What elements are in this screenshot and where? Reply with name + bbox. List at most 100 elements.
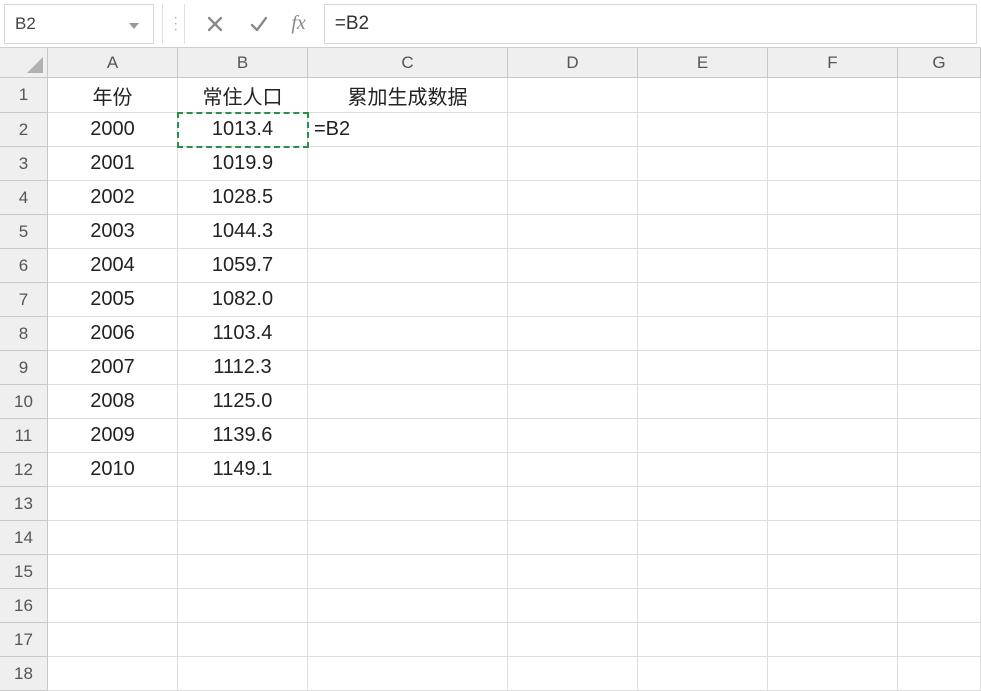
row-header-14[interactable]: 14 xyxy=(0,521,48,555)
cell-C16[interactable] xyxy=(308,589,508,623)
cell-B7[interactable]: 1082.0 xyxy=(178,283,308,317)
cell-E17[interactable] xyxy=(638,623,768,657)
cell-D17[interactable] xyxy=(508,623,638,657)
cell-D16[interactable] xyxy=(508,589,638,623)
cell-E16[interactable] xyxy=(638,589,768,623)
cell-F4[interactable] xyxy=(768,181,898,215)
row-header-18[interactable]: 18 xyxy=(0,657,48,691)
cell-F5[interactable] xyxy=(768,215,898,249)
cell-C17[interactable] xyxy=(308,623,508,657)
cell-G1[interactable] xyxy=(898,78,981,113)
row-header-9[interactable]: 9 xyxy=(0,351,48,385)
cell-B18[interactable] xyxy=(178,657,308,691)
cell-G3[interactable] xyxy=(898,147,981,181)
cell-A4[interactable]: 2002 xyxy=(48,181,178,215)
cell-A10[interactable]: 2008 xyxy=(48,385,178,419)
row-header-6[interactable]: 6 xyxy=(0,249,48,283)
column-header-B[interactable]: B xyxy=(178,48,308,78)
row-header-11[interactable]: 11 xyxy=(0,419,48,453)
cell-B12[interactable]: 1149.1 xyxy=(178,453,308,487)
cell-E3[interactable] xyxy=(638,147,768,181)
cell-E4[interactable] xyxy=(638,181,768,215)
column-header-D[interactable]: D xyxy=(508,48,638,78)
cell-C12[interactable] xyxy=(308,453,508,487)
cell-A15[interactable] xyxy=(48,555,178,589)
cell-E18[interactable] xyxy=(638,657,768,691)
cell-D5[interactable] xyxy=(508,215,638,249)
cell-G9[interactable] xyxy=(898,351,981,385)
cell-E11[interactable] xyxy=(638,419,768,453)
cell-F17[interactable] xyxy=(768,623,898,657)
cell-E9[interactable] xyxy=(638,351,768,385)
cell-A17[interactable] xyxy=(48,623,178,657)
cell-F3[interactable] xyxy=(768,147,898,181)
cell-C3[interactable] xyxy=(308,147,508,181)
confirm-formula-button[interactable] xyxy=(237,14,281,34)
row-header-12[interactable]: 12 xyxy=(0,453,48,487)
cell-A16[interactable] xyxy=(48,589,178,623)
cell-E15[interactable] xyxy=(638,555,768,589)
cell-G7[interactable] xyxy=(898,283,981,317)
cell-G11[interactable] xyxy=(898,419,981,453)
cell-F14[interactable] xyxy=(768,521,898,555)
cell-G10[interactable] xyxy=(898,385,981,419)
cell-E1[interactable] xyxy=(638,78,768,113)
select-all-corner[interactable] xyxy=(0,48,48,78)
cell-B16[interactable] xyxy=(178,589,308,623)
cell-B13[interactable] xyxy=(178,487,308,521)
cell-E6[interactable] xyxy=(638,249,768,283)
cell-D15[interactable] xyxy=(508,555,638,589)
cell-B17[interactable] xyxy=(178,623,308,657)
cell-D13[interactable] xyxy=(508,487,638,521)
row-header-8[interactable]: 8 xyxy=(0,317,48,351)
row-header-2[interactable]: 2 xyxy=(0,113,48,147)
fx-label[interactable]: fx xyxy=(281,12,315,35)
cell-C10[interactable] xyxy=(308,385,508,419)
cell-A11[interactable]: 2009 xyxy=(48,419,178,453)
row-header-7[interactable]: 7 xyxy=(0,283,48,317)
cell-A8[interactable]: 2006 xyxy=(48,317,178,351)
cell-B15[interactable] xyxy=(178,555,308,589)
cell-C8[interactable] xyxy=(308,317,508,351)
column-header-F[interactable]: F xyxy=(768,48,898,78)
cells-area[interactable]: 年份常住人口累加生成数据20001013.4=B220011019.920021… xyxy=(48,78,981,691)
cell-C6[interactable] xyxy=(308,249,508,283)
column-header-G[interactable]: G xyxy=(898,48,981,78)
column-header-E[interactable]: E xyxy=(638,48,768,78)
cell-E5[interactable] xyxy=(638,215,768,249)
name-box[interactable]: B2 xyxy=(4,4,154,44)
cell-E14[interactable] xyxy=(638,521,768,555)
cell-D3[interactable] xyxy=(508,147,638,181)
cell-F2[interactable] xyxy=(768,113,898,147)
cell-D18[interactable] xyxy=(508,657,638,691)
cell-F7[interactable] xyxy=(768,283,898,317)
cell-G6[interactable] xyxy=(898,249,981,283)
cell-E7[interactable] xyxy=(638,283,768,317)
cell-B4[interactable]: 1028.5 xyxy=(178,181,308,215)
name-box-dropdown-icon[interactable] xyxy=(129,13,143,34)
cell-D7[interactable] xyxy=(508,283,638,317)
cell-D8[interactable] xyxy=(508,317,638,351)
cell-A3[interactable]: 2001 xyxy=(48,147,178,181)
cell-C7[interactable] xyxy=(308,283,508,317)
cell-G15[interactable] xyxy=(898,555,981,589)
cell-G17[interactable] xyxy=(898,623,981,657)
cell-G16[interactable] xyxy=(898,589,981,623)
cell-A18[interactable] xyxy=(48,657,178,691)
cell-A6[interactable]: 2004 xyxy=(48,249,178,283)
cell-D1[interactable] xyxy=(508,78,638,113)
formula-input[interactable]: =B2 xyxy=(324,4,977,44)
cell-F12[interactable] xyxy=(768,453,898,487)
cell-B3[interactable]: 1019.9 xyxy=(178,147,308,181)
row-header-10[interactable]: 10 xyxy=(0,385,48,419)
cell-C5[interactable] xyxy=(308,215,508,249)
cell-A9[interactable]: 2007 xyxy=(48,351,178,385)
cell-B14[interactable] xyxy=(178,521,308,555)
cell-A5[interactable]: 2003 xyxy=(48,215,178,249)
column-header-C[interactable]: C xyxy=(308,48,508,78)
row-header-17[interactable]: 17 xyxy=(0,623,48,657)
cell-A7[interactable]: 2005 xyxy=(48,283,178,317)
cell-G18[interactable] xyxy=(898,657,981,691)
cell-B10[interactable]: 1125.0 xyxy=(178,385,308,419)
cell-F15[interactable] xyxy=(768,555,898,589)
